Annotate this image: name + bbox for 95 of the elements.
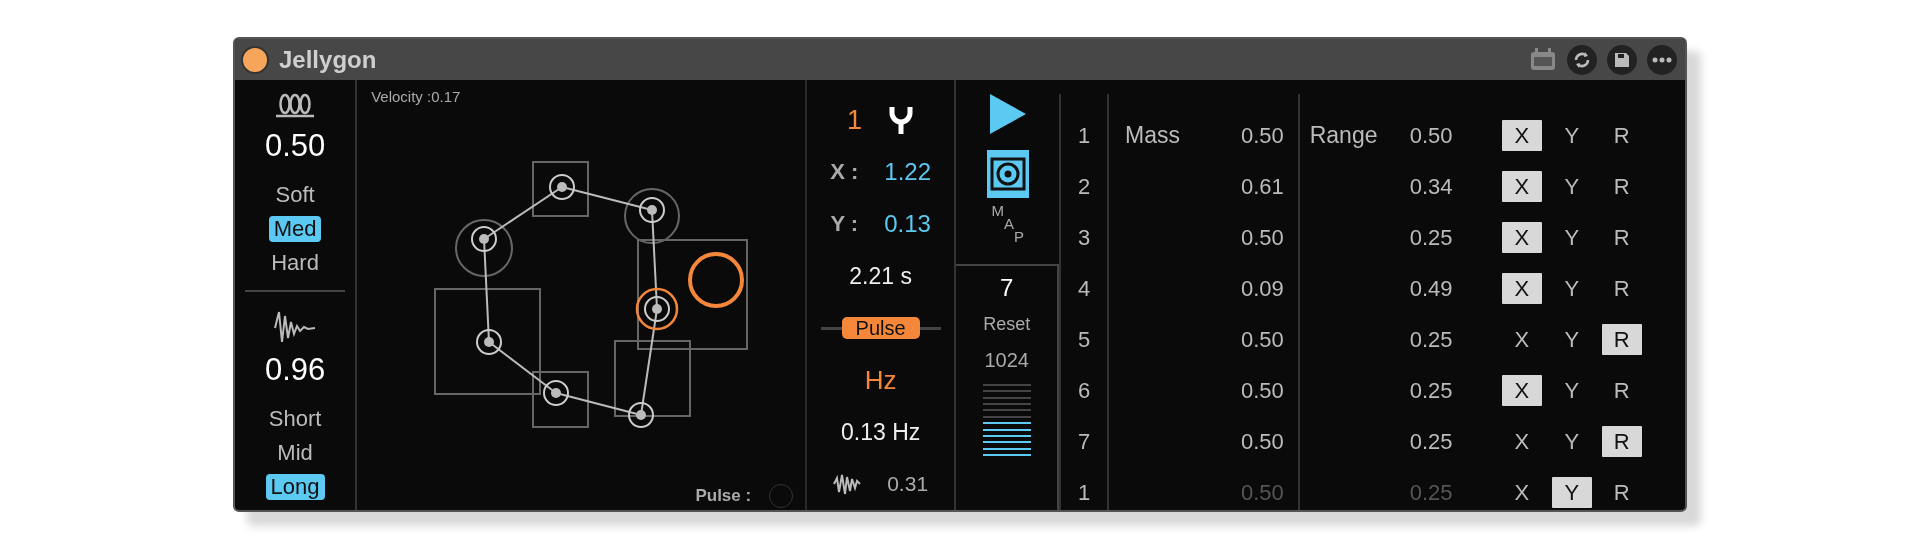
row-index: 1 xyxy=(1078,122,1091,149)
node-point[interactable] xyxy=(644,296,671,322)
range-ring xyxy=(624,188,681,244)
range-ring xyxy=(455,219,514,277)
save-icon xyxy=(1613,50,1631,69)
range-value[interactable]: 0.25 xyxy=(1409,377,1502,404)
range-value[interactable]: 0.25 xyxy=(1409,224,1502,251)
option-toggle[interactable]: Hard xyxy=(266,250,324,276)
row-index: 1 xyxy=(1078,479,1091,506)
decay-value: 0.96 xyxy=(264,352,326,388)
unit-toggle[interactable]: Hz xyxy=(864,354,897,406)
device-title: Jellygon xyxy=(279,45,378,74)
range-label: Range xyxy=(1309,122,1379,149)
mass-value[interactable]: 0.50 xyxy=(1240,326,1284,353)
axis-toggle[interactable]: R xyxy=(1601,324,1642,355)
range-value[interactable]: 0.25 xyxy=(1409,326,1502,353)
range-value[interactable]: 0.25 xyxy=(1409,428,1502,455)
node-point[interactable] xyxy=(543,380,570,406)
node-point[interactable] xyxy=(639,197,666,223)
node-point[interactable] xyxy=(471,226,498,252)
x-value[interactable]: 1.22 xyxy=(884,158,932,186)
range-value[interactable]: 0.50 xyxy=(1409,122,1502,149)
spring-icon xyxy=(275,92,316,120)
device-activator[interactable] xyxy=(241,45,269,74)
bounds-square xyxy=(532,161,590,217)
mass-value[interactable]: 0.50 xyxy=(1240,224,1284,251)
range-value[interactable]: 0.34 xyxy=(1409,173,1502,200)
range-value[interactable]: 0.49 xyxy=(1409,275,1502,302)
map-button[interactable]: MAP xyxy=(991,202,1024,252)
more-icon xyxy=(1652,56,1672,63)
axis-toggle[interactable]: X xyxy=(1501,120,1542,151)
axis-toggle[interactable]: X xyxy=(1501,222,1542,253)
axis-toggle[interactable]: X xyxy=(1501,375,1542,406)
node-point[interactable] xyxy=(549,174,576,200)
y-label: Y : xyxy=(830,211,859,237)
selection-ring xyxy=(635,287,679,331)
velocity-readout: Velocity :0.17 xyxy=(371,88,461,105)
more-button[interactable] xyxy=(1647,44,1677,75)
axis-toggle[interactable]: X xyxy=(1501,324,1542,355)
y-value[interactable]: 0.13 xyxy=(884,210,931,238)
axis-toggle[interactable]: Y xyxy=(1551,375,1592,406)
mode-toggle[interactable]: Pulse xyxy=(841,317,920,339)
refresh-button[interactable] xyxy=(1567,44,1597,75)
mass-value[interactable]: 0.50 xyxy=(1240,122,1284,149)
calendar-icon[interactable] xyxy=(1529,46,1557,73)
axis-toggle[interactable]: X xyxy=(1501,426,1542,457)
x-label: X : xyxy=(830,159,859,185)
rate-value[interactable]: 0.13 Hz xyxy=(841,418,921,446)
pulse-label: Pulse : xyxy=(695,486,752,506)
axis-toggle[interactable]: R xyxy=(1601,171,1642,202)
play-button[interactable] xyxy=(987,92,1028,136)
axis-toggle[interactable]: R xyxy=(1601,375,1642,406)
axis-toggle[interactable]: Y xyxy=(1551,324,1592,355)
time-value[interactable]: 2.21 s xyxy=(849,262,912,290)
axis-toggle[interactable]: R xyxy=(1601,273,1642,304)
axis-toggle[interactable]: Y xyxy=(1551,120,1592,151)
option-toggle[interactable]: Mid xyxy=(272,440,318,466)
mass-value[interactable]: 0.61 xyxy=(1240,173,1284,200)
axis-toggle[interactable]: X xyxy=(1501,273,1542,304)
noise-wave-icon xyxy=(833,472,862,496)
axis-toggle[interactable]: R xyxy=(1601,120,1642,151)
row-index: 6 xyxy=(1078,377,1091,404)
save-button[interactable] xyxy=(1607,44,1637,75)
axis-toggle[interactable]: R xyxy=(1601,222,1642,253)
fork-icon xyxy=(888,105,915,135)
node-point[interactable] xyxy=(628,402,655,428)
mass-value[interactable]: 0.09 xyxy=(1240,275,1284,302)
row-index: 2 xyxy=(1078,173,1091,200)
noise-value[interactable]: 0.31 xyxy=(887,472,929,496)
axis-toggle[interactable]: Y xyxy=(1551,426,1592,457)
node-count[interactable]: 7 xyxy=(1000,274,1014,302)
record-button[interactable] xyxy=(986,150,1029,198)
reset-button[interactable]: Reset xyxy=(983,314,1031,335)
mass-value[interactable]: 0.50 xyxy=(1240,377,1284,404)
node-index: 1 xyxy=(847,104,863,136)
mass-value[interactable]: 0.50 xyxy=(1240,428,1284,455)
option-toggle[interactable]: Short xyxy=(263,406,327,432)
target-ring[interactable] xyxy=(688,252,745,308)
option-toggle[interactable]: Long xyxy=(265,474,325,500)
row-index: 3 xyxy=(1078,224,1091,251)
option-toggle[interactable]: Med xyxy=(268,216,322,242)
axis-toggle[interactable]: Y xyxy=(1551,171,1592,202)
axis-toggle[interactable]: Y xyxy=(1551,273,1592,304)
axis-toggle[interactable]: X xyxy=(1501,171,1542,202)
option-toggle[interactable]: Soft xyxy=(270,182,320,208)
row-index: 4 xyxy=(1078,275,1091,302)
node-point[interactable] xyxy=(476,329,503,355)
row-index: 7 xyxy=(1078,428,1091,455)
stiffness-value: 0.50 xyxy=(264,128,326,164)
row-index: 5 xyxy=(1078,326,1091,353)
resolution-value[interactable]: 1024 xyxy=(984,349,1029,372)
decay-wave-icon xyxy=(273,310,318,344)
axis-toggle[interactable]: Y xyxy=(1551,222,1592,253)
mass-label: Mass xyxy=(1125,122,1180,149)
axis-toggle[interactable]: R xyxy=(1601,426,1642,457)
